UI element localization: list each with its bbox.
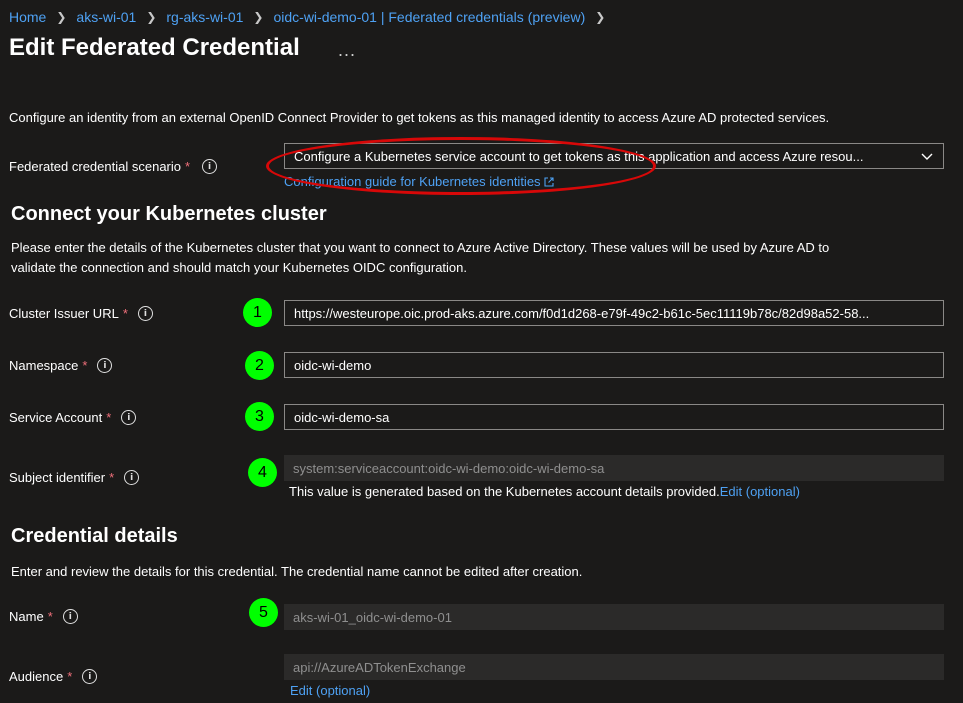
config-guide-link-text[interactable]: Configuration guide for Kubernetes ident… [284, 174, 541, 189]
scenario-dropdown-value: Configure a Kubernetes service account t… [294, 148, 864, 164]
issuer-url-label-text: Cluster Issuer URL [9, 306, 119, 321]
cluster-description-line1: Please enter the details of the Kubernet… [11, 240, 830, 255]
info-icon[interactable]: i [124, 470, 140, 485]
service-account-label: Service Account * i [9, 410, 137, 425]
chevron-down-icon [921, 153, 933, 160]
subject-edit-link[interactable]: Edit (optional) [720, 484, 800, 499]
credential-section-heading: Credential details [11, 525, 178, 547]
more-actions-button[interactable]: ... [338, 40, 356, 61]
info-icon[interactable]: i [82, 669, 98, 684]
info-icon[interactable]: i [121, 410, 137, 425]
credential-name-input: aks-wi-01_oidc-wi-demo-01 [284, 604, 944, 630]
external-link-icon [544, 176, 554, 187]
chevron-right-icon: ❯ [595, 10, 606, 24]
subject-identifier-label: Subject identifier * i [9, 470, 140, 485]
required-mark: * [109, 470, 115, 485]
cluster-description-line2: validate the connection and should match… [11, 260, 467, 275]
service-account-label-text: Service Account [9, 410, 103, 425]
required-mark: * [67, 669, 73, 684]
scenario-label-text: Federated credential scenario [9, 159, 181, 174]
audience-label: Audience * i [9, 669, 98, 684]
issuer-url-label: Cluster Issuer URL * i [9, 306, 153, 321]
subject-identifier-input: system:serviceaccount:oidc-wi-demo:oidc-… [284, 455, 944, 481]
config-guide-link[interactable]: Configuration guide for Kubernetes ident… [284, 174, 554, 189]
page-title: Edit Federated Credential [9, 34, 300, 61]
step-badge-5: 5 [249, 598, 278, 627]
info-icon[interactable]: i [137, 306, 153, 321]
required-mark: * [47, 609, 53, 624]
namespace-input[interactable]: oidc-wi-demo [284, 352, 944, 378]
audience-label-text: Audience [9, 669, 64, 684]
audience-input: api://AzureADTokenExchange [284, 654, 944, 680]
breadcrumb-resource-group[interactable]: rg-aks-wi-01 [166, 9, 243, 25]
required-mark: * [82, 358, 88, 373]
name-label: Name * i [9, 609, 78, 624]
required-mark: * [106, 410, 112, 425]
subject-identifier-note: This value is generated based on the Kub… [289, 484, 800, 499]
breadcrumb: Home ❯ aks-wi-01 ❯ rg-aks-wi-01 ❯ oidc-w… [9, 7, 615, 27]
breadcrumb-aks-cluster[interactable]: aks-wi-01 [76, 9, 136, 25]
step-badge-2: 2 [245, 351, 274, 380]
breadcrumb-federated-credentials[interactable]: oidc-wi-demo-01 | Federated credentials … [273, 9, 585, 25]
info-icon[interactable]: i [97, 358, 113, 373]
namespace-label: Namespace * i [9, 358, 113, 373]
required-mark: * [185, 159, 191, 174]
namespace-label-text: Namespace [9, 358, 79, 373]
info-icon[interactable]: i [202, 159, 218, 174]
credential-description: Enter and review the details for this cr… [11, 564, 583, 579]
page-description: Configure an identity from an external O… [9, 110, 830, 125]
name-label-text: Name [9, 609, 44, 624]
issuer-url-input[interactable]: https://westeurope.oic.prod-aks.azure.co… [284, 300, 944, 326]
subject-note-text: This value is generated based on the Kub… [289, 484, 720, 499]
step-badge-1: 1 [243, 298, 272, 327]
service-account-input[interactable]: oidc-wi-demo-sa [284, 404, 944, 430]
audience-edit-link[interactable]: Edit (optional) [290, 683, 370, 698]
scenario-dropdown[interactable]: Configure a Kubernetes service account t… [284, 143, 944, 169]
chevron-right-icon: ❯ [253, 10, 264, 24]
step-badge-4: 4 [248, 458, 277, 487]
breadcrumb-home[interactable]: Home [9, 9, 46, 25]
chevron-right-icon: ❯ [56, 10, 67, 24]
chevron-right-icon: ❯ [146, 10, 157, 24]
scenario-label: Federated credential scenario * i [9, 159, 218, 174]
info-icon[interactable]: i [62, 609, 78, 624]
cluster-section-heading: Connect your Kubernetes cluster [11, 203, 327, 225]
step-badge-3: 3 [245, 402, 274, 431]
required-mark: * [122, 306, 128, 321]
subject-identifier-label-text: Subject identifier [9, 470, 106, 485]
